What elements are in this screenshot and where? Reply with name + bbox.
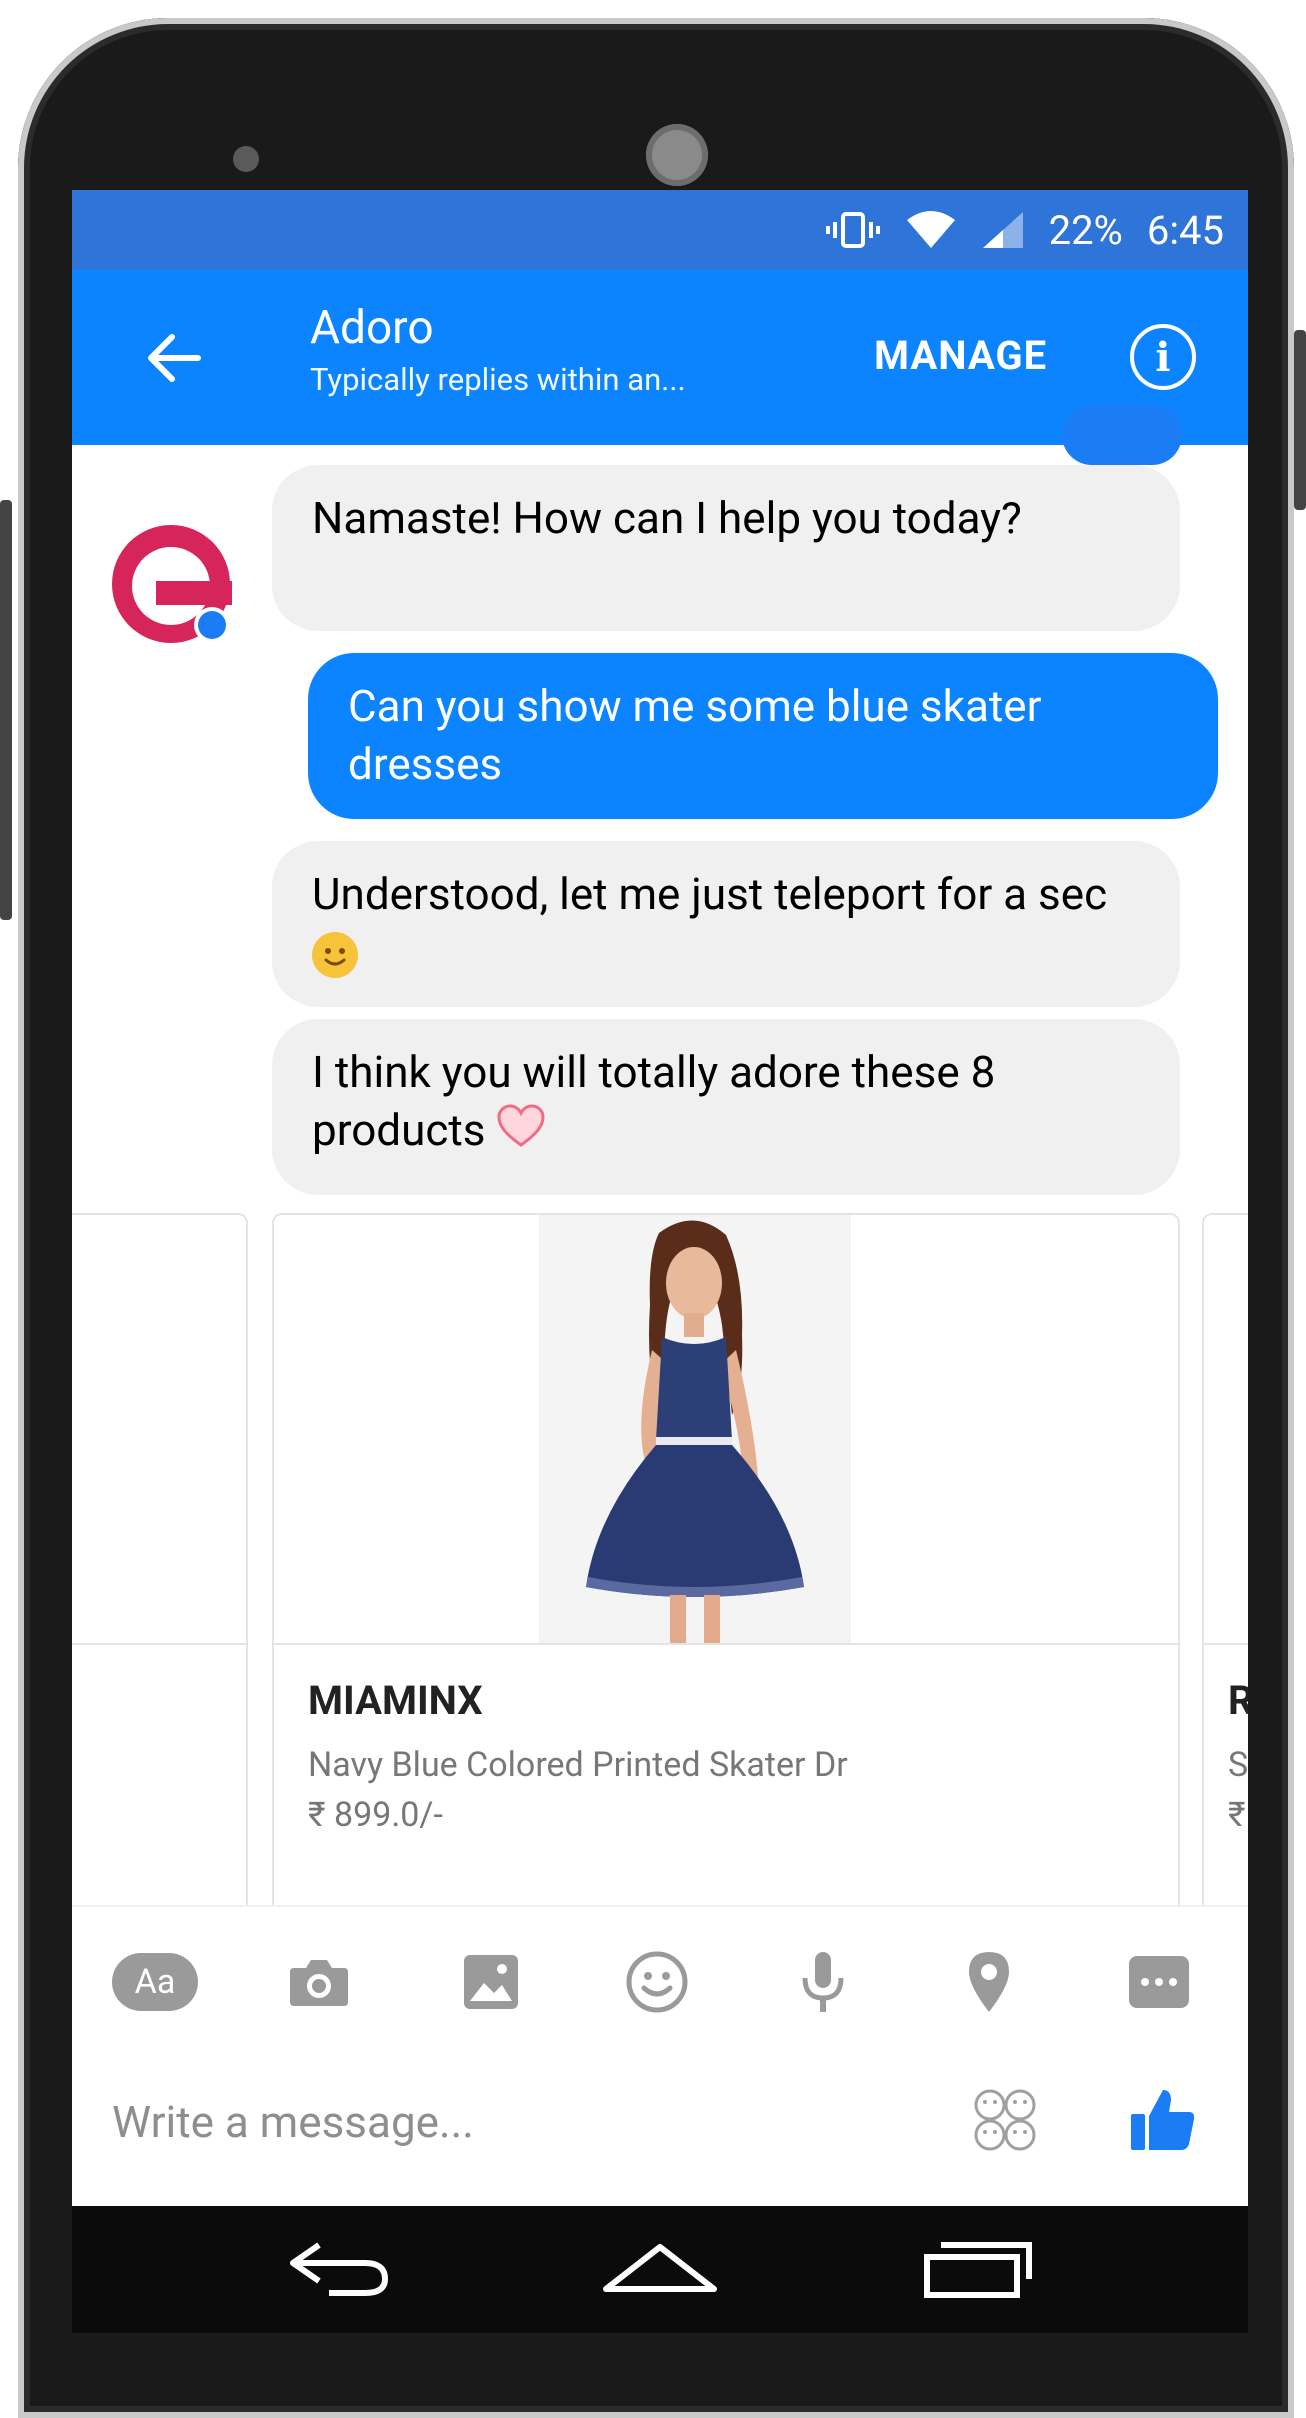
product-card[interactable]: MIAMINX Navy Blue Colored Printed Skater… <box>272 1213 1180 1913</box>
messenger-badge-icon <box>194 607 230 643</box>
product-image <box>274 1215 1178 1645</box>
product-image <box>1204 1215 1248 1645</box>
system-nav-bar <box>72 2206 1248 2333</box>
more-icon[interactable] <box>1124 1947 1194 2017</box>
text-format-button[interactable]: Aa <box>112 1953 198 2011</box>
sensor-dot <box>233 146 259 172</box>
back-arrow-icon[interactable] <box>134 318 214 398</box>
phone-screen: 22% 6:45 Adoro Typically replies within … <box>72 190 1248 2206</box>
contact-name: Adoro <box>310 301 434 355</box>
avatar[interactable] <box>112 525 232 643</box>
message-composer: Aa <box>72 1905 1248 2206</box>
power-button <box>1294 330 1306 510</box>
message-text: Can you show me some blue skater dresses <box>348 680 1042 790</box>
heart-emoji-icon <box>496 1103 546 1163</box>
status-bar: 22% 6:45 <box>72 190 1248 270</box>
message-text: Understood, let me just teleport for a s… <box>312 868 1108 920</box>
product-brand: MIAMINX <box>308 1677 483 1724</box>
message-list[interactable]: Namaste! How can I help you today? Can y… <box>72 405 1248 1913</box>
recents-nav-icon[interactable] <box>918 2234 1038 2304</box>
product-card[interactable] <box>72 1213 248 1913</box>
user-message[interactable]: Can you show me some blue skater dresses <box>308 653 1218 819</box>
bot-message[interactable]: I think you will totally adore these 8 p… <box>272 1019 1180 1195</box>
like-thumb-icon[interactable] <box>1128 2085 1198 2155</box>
manage-button[interactable]: MANAGE <box>874 332 1047 379</box>
bot-message[interactable]: Namaste! How can I help you today? <box>272 465 1180 631</box>
dress-model-image <box>539 1215 851 1643</box>
product-card[interactable]: Rem Sleev ₹ 150 <box>1202 1213 1248 1913</box>
home-nav-icon[interactable] <box>600 2234 720 2304</box>
info-icon[interactable]: i <box>1130 324 1196 390</box>
product-brand: Rem <box>1228 1677 1248 1724</box>
contact-info[interactable]: Adoro Typically replies within an... <box>310 300 686 404</box>
smile-emoji-icon <box>312 932 358 979</box>
back-nav-icon[interactable] <box>280 2234 400 2304</box>
product-image <box>72 1215 246 1645</box>
microphone-icon[interactable] <box>788 1947 858 2017</box>
product-price: ₹ 150 <box>1228 1795 1248 1835</box>
product-description: Sleev <box>1228 1745 1248 1785</box>
battery-level: 22% <box>1048 206 1123 254</box>
response-time: Typically replies within an... <box>310 361 686 398</box>
message-text: Namaste! How can I help you today? <box>312 492 1022 544</box>
product-price: ₹ 899.0/- <box>308 1795 443 1835</box>
message-input[interactable] <box>112 2082 932 2162</box>
camera-icon[interactable] <box>284 1947 354 2017</box>
front-camera <box>646 124 708 186</box>
vibrate-icon <box>825 210 881 250</box>
bot-message[interactable]: Understood, let me just teleport for a s… <box>272 841 1180 1007</box>
stickers-icon[interactable] <box>970 2085 1040 2155</box>
emoji-icon[interactable] <box>622 1947 692 2017</box>
wifi-icon <box>905 210 957 250</box>
clock: 6:45 <box>1146 206 1224 254</box>
gallery-icon[interactable] <box>456 1947 526 2017</box>
previous-message-bubble <box>1062 405 1182 465</box>
signal-icon <box>981 210 1025 250</box>
volume-button <box>0 500 12 920</box>
message-text: I think you will totally adore these 8 p… <box>312 1046 996 1156</box>
product-description: Navy Blue Colored Printed Skater Dr <box>308 1745 848 1785</box>
location-icon[interactable] <box>954 1947 1024 2017</box>
